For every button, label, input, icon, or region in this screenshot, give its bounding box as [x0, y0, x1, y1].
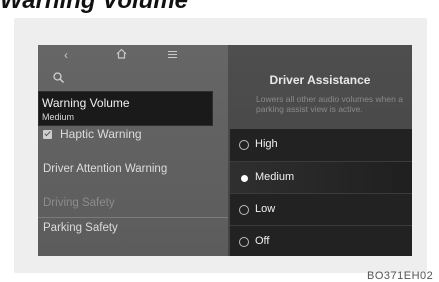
- menu-item-label: Haptic Warning: [60, 127, 142, 141]
- menu-item-label: Driving Safety: [43, 197, 115, 209]
- haptic-warning-checkbox[interactable]: [43, 130, 52, 139]
- option-label: Low: [255, 203, 276, 215]
- option-medium[interactable]: Medium: [230, 161, 412, 194]
- popup-current-value: Medium: [42, 112, 75, 122]
- panel-title: Driver Assistance: [269, 73, 371, 87]
- warning-volume-popup[interactable]: Warning Volume Medium: [38, 91, 213, 126]
- menu-icon[interactable]: [168, 48, 177, 62]
- menu-item-label: Parking Safety: [43, 222, 118, 234]
- warning-volume-options: High Medium Low Off: [230, 129, 412, 256]
- settings-menu-panel: ‹ Haptic Warning Driver Attention Warnin…: [38, 45, 228, 256]
- menu-item-driver-attention-warning[interactable]: Driver Attention Warning: [38, 163, 228, 181]
- menu-item-haptic-warning[interactable]: Haptic Warning: [38, 127, 228, 145]
- menu-divider: [38, 217, 228, 218]
- option-label: High: [255, 138, 278, 150]
- radio-icon: [239, 205, 249, 215]
- radio-icon: [239, 140, 249, 150]
- menu-item-driving-safety[interactable]: Driving Safety: [38, 197, 228, 215]
- menu-item-label: Driver Attention Warning: [43, 163, 168, 175]
- reference-code: BO371EH02: [367, 270, 434, 282]
- option-label: Off: [255, 235, 270, 247]
- top-nav-bar: ‹: [38, 45, 228, 65]
- home-icon[interactable]: [116, 48, 127, 62]
- menu-item-parking-safety[interactable]: Parking Safety: [38, 222, 228, 240]
- popup-title: Warning Volume: [42, 96, 130, 110]
- panel-description: Lowers all other audio volumes when a pa…: [256, 94, 403, 114]
- option-off[interactable]: Off: [230, 225, 412, 256]
- radio-selected-icon: [241, 175, 248, 182]
- infotainment-screen: ‹ Haptic Warning Driver Attention Warnin…: [38, 45, 412, 256]
- option-high[interactable]: High: [230, 129, 412, 162]
- option-low[interactable]: Low: [230, 193, 412, 226]
- page-heading: Warning Volume: [0, 0, 189, 14]
- search-icon[interactable]: [53, 70, 65, 88]
- radio-icon: [239, 237, 249, 247]
- back-icon[interactable]: ‹: [64, 48, 68, 62]
- option-label: Medium: [255, 171, 295, 183]
